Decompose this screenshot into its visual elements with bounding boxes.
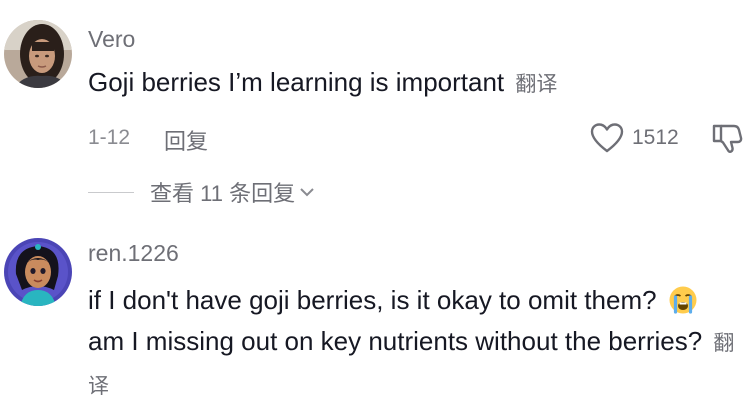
view-replies-label: 查看 11 条回复 [150, 181, 296, 206]
comment-item: Vero Goji berries I’m learning is import… [0, 0, 752, 210]
dislike-button[interactable] [710, 121, 744, 160]
like-count: 1512 [632, 126, 679, 149]
comment-item: ren.1226 if I don't have goji berries, i… [0, 210, 752, 412]
comment-text-body: am I missing out on key nutrients withou… [88, 326, 703, 356]
heart-icon [590, 123, 624, 153]
divider-line [88, 191, 134, 193]
comment-text: if I don't have goji berries, is it okay… [88, 280, 738, 407]
comment-text: Goji berries I’m learning is important 翻… [88, 62, 738, 105]
view-replies-button[interactable]: 查看 11 条回复 [88, 176, 315, 208]
username[interactable]: ren.1226 [88, 240, 179, 267]
avatar[interactable] [4, 238, 72, 306]
comment-text-body: Goji berries I’m learning is important [88, 67, 505, 97]
reply-button[interactable]: 回复 [164, 124, 208, 156]
comment-date: 1-12 [88, 126, 131, 149]
translate-button[interactable]: 翻译 [515, 73, 557, 96]
avatar-cartoon-icon [4, 238, 72, 306]
username[interactable]: Vero [88, 26, 135, 53]
avatar-photo-icon [4, 20, 72, 88]
avatar[interactable] [4, 20, 72, 88]
comment-text-body: if I don't have goji berries, is it okay… [88, 285, 657, 315]
chevron-down-icon [300, 188, 314, 197]
like-button[interactable]: 1512 [590, 122, 679, 154]
loudly-crying-face-icon [669, 286, 697, 314]
thumbs-down-icon [712, 124, 743, 153]
